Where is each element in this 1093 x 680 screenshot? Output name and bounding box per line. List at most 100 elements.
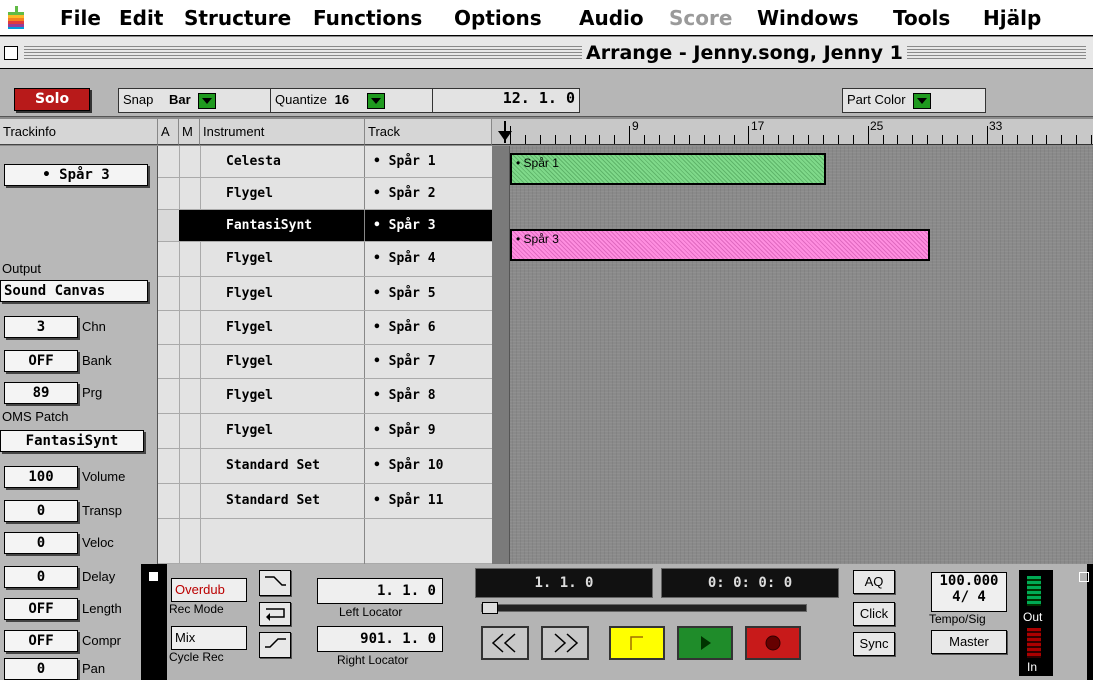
track-mute-cell[interactable] [179,345,201,378]
track-name[interactable]: • Spår 2 [365,178,492,209]
track-instrument[interactable]: Flygel [200,311,365,344]
smpte-position-display[interactable]: 0: 0: 0: 0 [661,568,839,598]
track-name[interactable]: • Spår 11 [365,484,492,515]
track-row[interactable]: Standard Set • Spår 10 [158,449,492,484]
bar-position-display[interactable]: 1. 1. 0 [475,568,653,598]
stop-button[interactable] [609,626,665,660]
track-mute-cell[interactable] [179,484,201,518]
track-arm-cell[interactable] [158,146,180,177]
track-instrument[interactable]: FantasiSynt [200,210,365,241]
track-arm-cell[interactable] [158,414,180,448]
transport-window[interactable]: Overdub Rec Mode Mix Cycle Rec 1. 1. 0 L… [141,564,1093,680]
track-arm-cell[interactable] [158,178,180,209]
arrange-area[interactable]: • Spår 1 • Spår 3 [492,146,1093,564]
quantize-dropdown-icon[interactable] [366,92,385,109]
track-row[interactable]: Flygel • Spår 2 [158,178,492,210]
track-row[interactable]: Flygel • Spår 8 [158,379,492,414]
track-instrument[interactable]: Flygel [200,277,365,310]
track-mute-cell[interactable] [179,519,201,564]
channel-field[interactable]: 3 [4,316,78,338]
bank-field[interactable]: OFF [4,350,78,372]
track-arm-cell[interactable] [158,311,180,344]
track-arm-cell[interactable] [158,379,180,413]
menu-file[interactable]: File [60,4,101,32]
track-mute-cell[interactable] [179,449,201,483]
track-arm-cell[interactable] [158,484,180,518]
track-row-selected[interactable]: FantasiSynt • Spår 3 [158,210,492,242]
track-mute-cell[interactable] [179,379,201,413]
snap-selector[interactable]: Snap Bar [118,88,276,113]
velocity-field[interactable]: 0 [4,532,78,554]
position-slider-handle[interactable] [482,602,498,614]
track-instrument[interactable]: Standard Set [200,484,365,518]
menu-help[interactable]: Hjälp [983,4,1041,32]
track-arm-cell[interactable] [158,277,180,310]
menu-options[interactable]: Options [454,4,542,32]
window-title-bar[interactable]: Arrange - Jenny.song, Jenny 1 [0,37,1093,69]
track-name[interactable]: • Spår 1 [365,146,492,177]
transport-zoom-icon[interactable] [1079,572,1089,582]
cycle-mode-button-3[interactable] [259,632,291,658]
rewind-button[interactable] [481,626,529,660]
apple-icon[interactable] [6,6,26,30]
track-instrument[interactable]: Standard Set [200,449,365,483]
track-instrument-empty[interactable] [200,519,365,564]
aq-button[interactable]: AQ [853,570,895,594]
record-button[interactable] [745,626,801,660]
track-row[interactable]: Flygel • Spår 4 [158,242,492,277]
track-row[interactable]: Flygel • Spår 5 [158,277,492,311]
part-spar-1[interactable]: • Spår 1 [510,153,826,185]
snap-dropdown-icon[interactable] [198,92,217,109]
menu-edit[interactable]: Edit [119,4,163,32]
menu-windows[interactable]: Windows [757,4,859,32]
menu-audio[interactable]: Audio [579,4,644,32]
position-display[interactable]: 12. 1. 0 [432,88,580,113]
forward-button[interactable] [541,626,589,660]
track-mute-cell[interactable] [179,146,201,177]
track-arm-cell[interactable] [158,210,180,241]
cycle-mode-button-1[interactable] [259,570,291,596]
track-instrument[interactable]: Flygel [200,345,365,378]
output-field[interactable]: Sound Canvas [0,280,148,302]
track-row[interactable]: Standard Set • Spår 11 [158,484,492,519]
track-row[interactable]: Flygel • Spår 6 [158,311,492,345]
close-box-icon[interactable] [4,46,18,60]
track-name[interactable]: • Spår 10 [365,449,492,480]
track-name[interactable]: • Spår 9 [365,414,492,445]
track-instrument[interactable]: Flygel [200,414,365,448]
sync-button[interactable]: Sync [853,632,895,656]
track-mute-cell[interactable] [179,311,201,344]
track-name[interactable]: • Spår 5 [365,277,492,308]
play-button[interactable] [677,626,733,660]
tempo-signature-field[interactable]: 100.000 4/ 4 [931,572,1007,612]
track-instrument[interactable]: Celesta [200,146,365,177]
selected-track-display[interactable]: • Spår 3 [4,164,148,186]
right-locator-field[interactable]: 901. 1. 0 [317,626,443,652]
quantize-selector[interactable]: Quantize 16 [270,88,440,113]
compression-field[interactable]: OFF [4,630,78,652]
track-name[interactable]: • Spår 6 [365,311,492,342]
track-arm-cell[interactable] [158,519,180,564]
track-mute-cell[interactable] [179,414,201,448]
oms-patch-field[interactable]: FantasiSynt [0,430,144,452]
master-button[interactable]: Master [931,630,1007,654]
track-arm-cell[interactable] [158,242,180,276]
menu-structure[interactable]: Structure [184,4,291,32]
left-locator-field[interactable]: 1. 1. 0 [317,578,443,604]
program-field[interactable]: 89 [4,382,78,404]
cycle-rec-field[interactable]: Mix [171,626,247,650]
transport-close-icon[interactable] [148,571,159,582]
track-instrument[interactable]: Flygel [200,242,365,276]
track-row-empty[interactable] [158,519,492,564]
position-slider[interactable] [481,602,807,614]
track-row[interactable]: Flygel • Spår 9 [158,414,492,449]
track-arm-cell[interactable] [158,449,180,483]
track-mute-cell[interactable] [179,242,201,276]
track-name[interactable]: • Spår 7 [365,345,492,376]
solo-button[interactable]: Solo [14,88,90,111]
track-name[interactable]: • Spår 8 [365,379,492,410]
track-mute-cell[interactable] [179,210,201,241]
menu-score[interactable]: Score [669,4,732,32]
track-mute-cell[interactable] [179,277,201,310]
track-arm-cell[interactable] [158,345,180,378]
